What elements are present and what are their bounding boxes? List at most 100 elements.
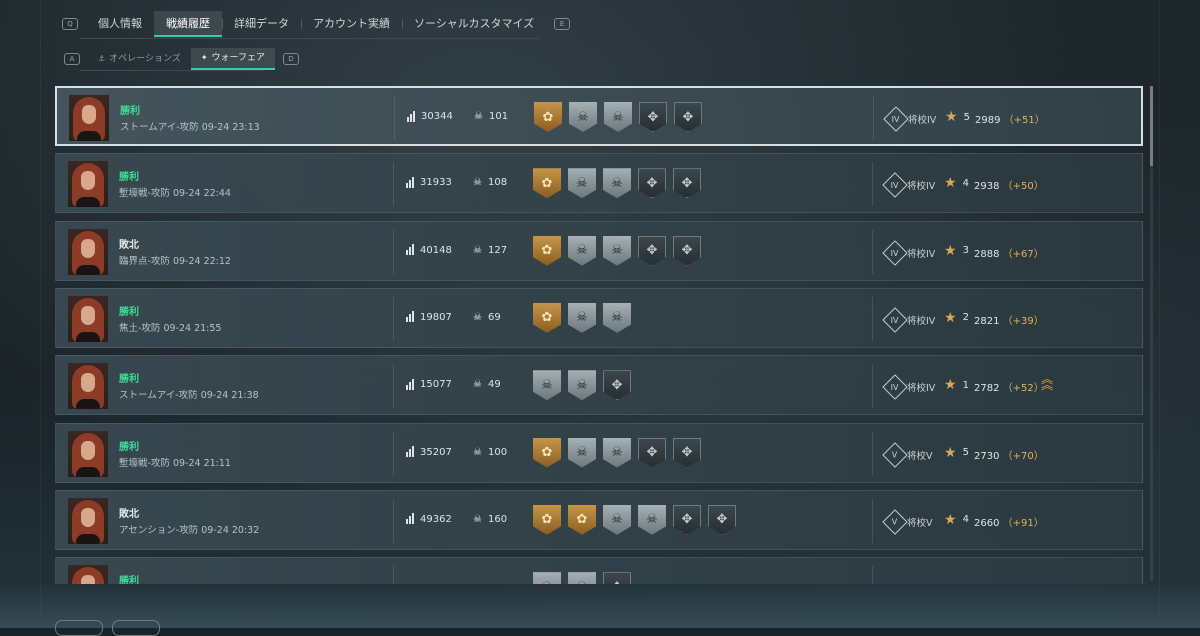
points-value: 2938 xyxy=(974,181,1000,193)
match-history-list[interactable]: 勝利 ストームアイ-攻防 09-24 23:13 30344 ☠ 101 ✿ ☠ ☠ ✥ ✥ IV 将… xyxy=(55,86,1145,584)
match-detail: ストームアイ-攻防 09-24 23:13 xyxy=(120,122,260,133)
points-cell: 2730 （+70） xyxy=(974,447,1044,462)
silver-medal-icon[interactable]: ☠ xyxy=(568,235,596,266)
subtab-1[interactable]: ✦ ウォーフェア xyxy=(190,48,275,70)
dark-medal-icon[interactable]: ✥ xyxy=(603,572,631,584)
dark-medal-icon[interactable]: ✥ xyxy=(674,102,702,132)
silver-medal-icon[interactable]: ☠ xyxy=(638,504,666,535)
subtab-prev-key-icon[interactable]: A xyxy=(64,53,80,65)
dark-medal-icon[interactable]: ✥ xyxy=(639,102,667,132)
stars-value: 1 xyxy=(962,379,969,391)
match-row[interactable]: 勝利 塹壕戦-攻防 09-24 21:11 35207 ☠ 100 ✿ ☠ ☠ ✥ ✥ V 将校V ★ 5… xyxy=(55,422,1143,483)
kills-value: 127 xyxy=(487,244,508,256)
rank-tier: V xyxy=(892,517,898,527)
score-value: 31933 xyxy=(420,177,452,189)
tab-2[interactable]: 詳細データ xyxy=(222,11,301,37)
gold-medal-icon[interactable]: ✿ xyxy=(533,437,561,468)
silver-medal-icon[interactable]: ☠ xyxy=(569,102,597,132)
match-row[interactable]: 勝利 ☠ ☠ ✥ xyxy=(55,557,1143,584)
dark-medal-icon[interactable]: ✥ xyxy=(638,437,666,468)
score-cell: 19807 xyxy=(406,311,452,323)
skull-icon: ☠ xyxy=(473,244,482,256)
score-value: 15077 xyxy=(420,379,452,391)
kills-cell: ☠ 108 xyxy=(473,177,507,188)
match-row[interactable]: 勝利 焦土-攻防 09-24 21:55 19807 ☠ 69 ✿ ☠ ☠ IV 将校IV ★ 2 28… xyxy=(55,287,1143,348)
dark-medal-icon[interactable]: ✥ xyxy=(673,168,701,199)
tab-4[interactable]: ソーシャルカスタマイズ xyxy=(402,11,546,37)
subtab-next-key-icon[interactable]: D xyxy=(282,53,299,65)
match-result: 敗北 xyxy=(119,239,139,251)
dark-medal-icon[interactable]: ✥ xyxy=(638,168,666,199)
bottom-button-2[interactable] xyxy=(112,620,160,636)
dark-medal-icon[interactable]: ✥ xyxy=(603,370,631,401)
scrollbar-thumb[interactable] xyxy=(1150,86,1153,166)
score-cell: 49362 xyxy=(406,513,452,525)
gold-medal-icon[interactable]: ✿ xyxy=(533,235,561,266)
points-value: 2888 xyxy=(974,248,1000,260)
bottom-fog xyxy=(0,584,1200,628)
tab-prev-key-icon[interactable]: Q xyxy=(62,18,78,30)
points-delta: （+51） xyxy=(1003,115,1045,126)
star-icon: ★ xyxy=(944,175,957,192)
dark-medal-icon[interactable]: ✥ xyxy=(638,235,666,266)
bottom-button-1[interactable] xyxy=(55,620,103,636)
stars-value: 4 xyxy=(962,514,969,526)
silver-medal-icon[interactable]: ☠ xyxy=(533,370,561,401)
operator-avatar xyxy=(68,565,108,584)
silver-medal-icon[interactable]: ☠ xyxy=(568,370,596,401)
match-row[interactable]: 勝利 ストームアイ-攻防 09-24 21:38 15077 ☠ 49 ☠ ☠ ✥ IV 将校IV… xyxy=(55,355,1143,416)
silver-medal-icon[interactable]: ☠ xyxy=(603,168,631,199)
tab-3[interactable]: アカウント実績 xyxy=(301,11,402,37)
kills-cell: ☠ 100 xyxy=(473,447,507,458)
kills-cell: ☠ 49 xyxy=(473,379,501,390)
silver-medal-icon[interactable]: ☠ xyxy=(603,504,631,535)
gold-medal-icon[interactable]: ✿ xyxy=(533,168,561,199)
match-row[interactable]: 敗北 臨界点-攻防 09-24 22:12 40148 ☠ 127 ✿ ☠ ☠ ✥ ✥ IV 将校IV… xyxy=(55,220,1143,281)
score-cell: 15077 xyxy=(406,378,452,391)
silver-medal-icon[interactable]: ☠ xyxy=(568,572,596,584)
dark-medal-icon[interactable]: ✥ xyxy=(673,235,701,266)
gold-medal-icon[interactable]: ✿ xyxy=(568,504,596,535)
silver-medal-icon[interactable]: ☠ xyxy=(568,437,596,468)
kills-cell: ☠ 69 xyxy=(473,312,501,323)
subtab-0[interactable]: ⚓ オペレーションズ xyxy=(88,48,191,70)
match-row[interactable]: 勝利 塹壕戦-攻防 09-24 22:44 31933 ☠ 108 ✿ ☠ ☠ ✥ ✥ IV 将校IV… xyxy=(55,153,1143,214)
subtab-label: オペレーションズ xyxy=(109,54,181,64)
silver-medal-icon[interactable]: ☠ xyxy=(603,437,631,468)
match-result: 敗北 xyxy=(119,508,139,520)
dark-medal-icon[interactable]: ✥ xyxy=(673,504,701,535)
row-divider xyxy=(394,96,395,140)
match-detail: アセンション-攻防 09-24 20:32 xyxy=(119,524,260,536)
silver-medal-icon[interactable]: ☠ xyxy=(603,235,631,266)
star-icon: ★ xyxy=(944,242,957,259)
silver-medal-icon[interactable]: ☠ xyxy=(568,168,596,199)
silver-medal-icon[interactable]: ☠ xyxy=(604,102,632,132)
tab-0[interactable]: 個人情報 xyxy=(86,11,154,37)
list-scrollbar[interactable] xyxy=(1150,86,1153,581)
medal-list: ✿ ☠ ☠ ✥ ✥ xyxy=(533,235,701,266)
gold-medal-icon[interactable]: ✿ xyxy=(533,504,561,535)
skull-icon: ☠ xyxy=(474,111,483,122)
gold-medal-icon[interactable]: ✿ xyxy=(534,102,562,132)
silver-medal-icon[interactable]: ☠ xyxy=(603,302,631,333)
bar-chart-icon xyxy=(406,244,414,256)
dark-medal-icon[interactable]: ✥ xyxy=(673,437,701,468)
match-row[interactable]: 勝利 ストームアイ-攻防 09-24 23:13 30344 ☠ 101 ✿ ☠ ☠ ✥ ✥ IV 将… xyxy=(55,86,1143,146)
dark-medal-icon[interactable]: ✥ xyxy=(708,504,736,535)
silver-medal-icon[interactable]: ☠ xyxy=(533,572,561,584)
row-divider xyxy=(393,566,394,584)
row-divider xyxy=(872,162,873,207)
tab-next-key-icon[interactable]: E xyxy=(554,18,571,30)
score-cell: 31933 xyxy=(406,176,452,189)
points-cell: 2938 （+50） xyxy=(974,177,1044,192)
rank-name: 将校V xyxy=(907,517,933,529)
kills-value: 160 xyxy=(487,513,508,525)
tab-1[interactable]: 戦績履歴 xyxy=(154,11,222,37)
rank-name: 将校IV xyxy=(907,248,936,260)
match-row[interactable]: 敗北 アセンション-攻防 09-24 20:32 49362 ☠ 160 ✿ ✿ ☠ ☠ ✥ ✥ V 将… xyxy=(55,489,1143,550)
stars-cell: ★ 2 xyxy=(944,310,969,326)
silver-medal-icon[interactable]: ☠ xyxy=(568,302,596,333)
kills-value: 101 xyxy=(488,111,509,122)
kills-value: 69 xyxy=(487,311,501,323)
gold-medal-icon[interactable]: ✿ xyxy=(533,302,561,333)
